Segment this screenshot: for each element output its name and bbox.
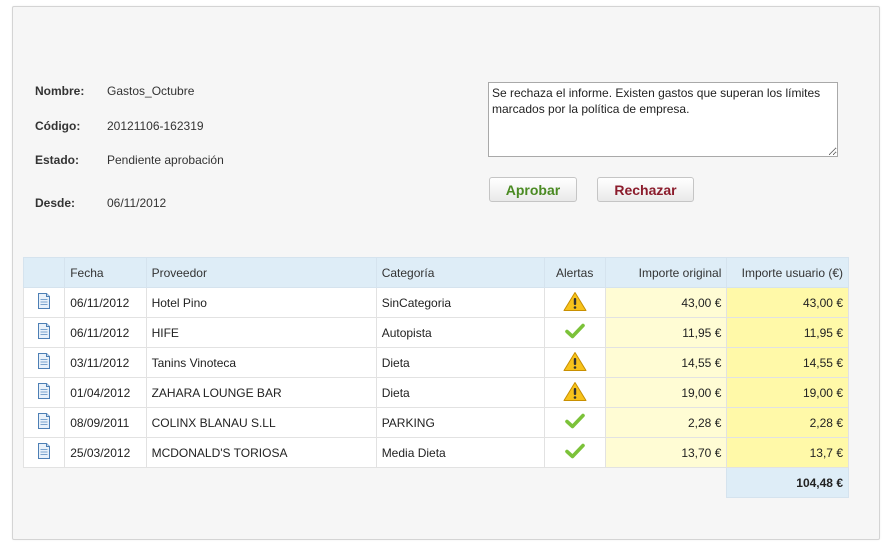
document-cell[interactable] xyxy=(22,377,66,408)
name-value: Gastos_Octubre xyxy=(107,84,195,98)
user-amount-cell: 43,00 € xyxy=(726,287,849,318)
document-cell[interactable] xyxy=(22,407,66,438)
table-row[interactable]: 01/04/2012 ZAHARA LOUNGE BAR Dieta 19,00… xyxy=(22,377,849,408)
user-amount-cell: 14,55 € xyxy=(726,347,849,378)
document-icon[interactable] xyxy=(37,323,51,342)
check-icon xyxy=(564,413,585,432)
column-header-alerts[interactable]: Alertas xyxy=(543,257,606,288)
user-amount-cell: 2,28 € xyxy=(726,407,849,438)
check-icon xyxy=(564,443,585,462)
document-icon[interactable] xyxy=(37,383,51,402)
reject-button[interactable]: Rechazar xyxy=(597,177,694,202)
code-value: 20121106-162319 xyxy=(107,119,204,133)
document-icon[interactable] xyxy=(37,293,51,312)
original-amount-cell: 14,55 € xyxy=(604,347,728,378)
document-cell[interactable] xyxy=(22,347,66,378)
user-amount-cell: 19,00 € xyxy=(726,377,849,408)
category-cell: Autopista xyxy=(375,317,545,348)
since-label: Desde: xyxy=(35,196,76,210)
category-cell: Dieta xyxy=(375,347,545,378)
total-amount: 104,48 € xyxy=(726,467,849,498)
column-header-category[interactable]: Categoría xyxy=(375,257,545,288)
warning-icon xyxy=(563,351,587,375)
category-cell: SinCategoria xyxy=(375,287,545,318)
original-amount-cell: 43,00 € xyxy=(604,287,728,318)
expenses-table: Fecha Proveedor Categoría Alertas Import… xyxy=(22,257,849,498)
user-amount-cell: 13,7 € xyxy=(726,437,849,468)
table-row[interactable]: 03/11/2012 Tanins Vinoteca Dieta 14,55 €… xyxy=(22,347,849,378)
document-cell[interactable] xyxy=(22,317,66,348)
user-amount-cell: 11,95 € xyxy=(726,317,849,348)
check-icon xyxy=(564,323,585,342)
alert-cell xyxy=(543,377,606,408)
date-cell: 03/11/2012 xyxy=(64,347,147,378)
category-cell: PARKING xyxy=(375,407,545,438)
column-header-date[interactable]: Fecha xyxy=(64,257,147,288)
total-row: 104,48 € xyxy=(24,467,849,498)
table-row[interactable]: 06/11/2012 HIFE Autopista 11,95 € 11,95 … xyxy=(22,317,849,348)
document-icon[interactable] xyxy=(37,353,51,372)
original-amount-cell: 19,00 € xyxy=(604,377,728,408)
expense-report-panel: Nombre: Gastos_Octubre Código: 20121106-… xyxy=(12,6,880,540)
table-header-row: Fecha Proveedor Categoría Alertas Import… xyxy=(22,257,849,288)
provider-cell: Hotel Pino xyxy=(145,287,377,318)
column-header-original-amount[interactable]: Importe original xyxy=(604,257,728,288)
warning-icon xyxy=(563,381,587,405)
alert-cell xyxy=(543,407,606,438)
status-label: Estado: xyxy=(35,153,80,167)
original-amount-cell: 11,95 € xyxy=(604,317,728,348)
alert-cell xyxy=(543,317,606,348)
provider-cell: Tanins Vinoteca xyxy=(145,347,377,378)
category-cell: Media Dieta xyxy=(375,437,545,468)
date-cell: 01/04/2012 xyxy=(64,377,147,408)
rejection-comment-textarea[interactable]: Se rechaza el informe. Existen gastos qu… xyxy=(488,82,838,157)
approve-button[interactable]: Aprobar xyxy=(489,177,577,202)
date-cell: 06/11/2012 xyxy=(64,317,147,348)
document-icon[interactable] xyxy=(37,413,51,432)
date-cell: 06/11/2012 xyxy=(64,287,147,318)
table-row[interactable]: 06/11/2012 Hotel Pino SinCategoria 43,00… xyxy=(22,287,849,318)
original-amount-cell: 2,28 € xyxy=(604,407,728,438)
alert-cell xyxy=(543,287,606,318)
document-cell[interactable] xyxy=(22,437,66,468)
status-value: Pendiente aprobación xyxy=(107,153,224,167)
code-label: Código: xyxy=(35,119,81,133)
since-value: 06/11/2012 xyxy=(107,196,167,210)
warning-icon xyxy=(563,291,587,315)
table-row[interactable]: 08/09/2011 COLINX BLANAU S.LL PARKING 2,… xyxy=(22,407,849,438)
table-row[interactable]: 25/03/2012 MCDONALD'S TORIOSA Media Diet… xyxy=(22,437,849,468)
date-cell: 08/09/2011 xyxy=(64,407,147,438)
provider-cell: MCDONALD'S TORIOSA xyxy=(145,437,377,468)
column-header-provider[interactable]: Proveedor xyxy=(145,257,377,288)
name-label: Nombre: xyxy=(35,84,85,98)
alert-cell xyxy=(543,437,606,468)
total-spacer xyxy=(24,468,727,498)
provider-cell: COLINX BLANAU S.LL xyxy=(145,407,377,438)
original-amount-cell: 13,70 € xyxy=(604,437,728,468)
column-header-icon xyxy=(22,257,66,288)
provider-cell: HIFE xyxy=(145,317,377,348)
alert-cell xyxy=(543,347,606,378)
document-cell[interactable] xyxy=(22,287,66,318)
provider-cell: ZAHARA LOUNGE BAR xyxy=(145,377,377,408)
document-icon[interactable] xyxy=(37,443,51,462)
category-cell: Dieta xyxy=(375,377,545,408)
date-cell: 25/03/2012 xyxy=(64,437,147,468)
column-header-user-amount[interactable]: Importe usuario (€) xyxy=(726,257,849,288)
